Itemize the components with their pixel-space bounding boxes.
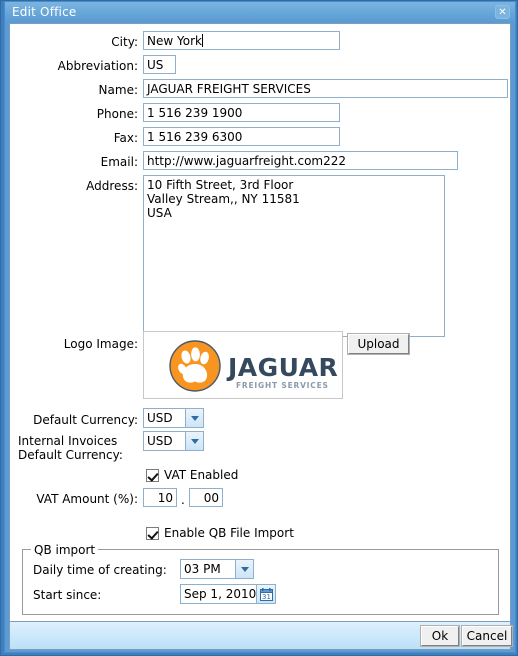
start-since-datefield[interactable]: Sep 1, 2010 31 (180, 584, 276, 604)
start-since-value: Sep 1, 2010 (184, 587, 257, 601)
svg-text:31: 31 (262, 593, 271, 601)
vat-enabled-checkbox[interactable]: VAT Enabled (146, 468, 238, 482)
upload-button[interactable]: Upload (347, 333, 410, 355)
chevron-down-icon[interactable] (185, 409, 203, 427)
dialog-footer: Ok Cancel (9, 622, 513, 650)
vat-amount-whole-input[interactable]: 10 (143, 488, 177, 507)
daily-time-label: Daily time of creating: (33, 563, 167, 577)
name-label: Name: (98, 83, 138, 97)
city-value: New York (147, 34, 202, 48)
name-input[interactable]: JAGUAR FREIGHT SERVICES (143, 79, 508, 98)
internal-currency-value: USD (147, 434, 173, 448)
phone-input[interactable]: 1 516 239 1900 (143, 103, 340, 122)
logo-image-preview: JAGUAR FREIGHT SERVICES (143, 331, 343, 399)
daily-time-select[interactable]: 03 PM (180, 559, 254, 579)
default-currency-value: USD (147, 411, 173, 425)
window-titlebar[interactable]: Edit Office ✕ (5, 2, 515, 22)
default-currency-select[interactable]: USD (143, 408, 204, 428)
address-textarea[interactable]: 10 Fifth Street, 3rd Floor Valley Stream… (143, 175, 445, 337)
email-input[interactable]: http://www.jaguarfreight.com222 (143, 151, 458, 170)
ok-button[interactable]: Ok (420, 625, 460, 647)
start-since-label: Start since: (33, 588, 102, 602)
checkbox-box-vat[interactable] (146, 468, 159, 482)
internal-currency-label-line1: Internal Invoices (18, 434, 118, 448)
address-label: Address: (86, 179, 138, 193)
qb-enabled-checkbox[interactable]: Enable QB File Import (146, 526, 294, 540)
close-icon[interactable]: ✕ (495, 5, 510, 19)
edit-office-window: Edit Office ✕ City: New York Abbreviatio… (0, 0, 518, 656)
phone-label: Phone: (96, 107, 138, 121)
chevron-down-icon[interactable] (185, 432, 203, 450)
abbreviation-label: Abbreviation: (57, 59, 138, 73)
daily-time-value: 03 PM (184, 562, 221, 576)
qb-import-legend: QB import (31, 543, 99, 557)
vat-amount-separator: . (181, 493, 185, 507)
checkbox-box-qb[interactable] (146, 526, 159, 540)
fax-input[interactable]: 1 516 239 6300 (143, 127, 340, 146)
window-title: Edit Office (12, 5, 77, 19)
internal-currency-select[interactable]: USD (143, 431, 204, 451)
jaguar-logo-icon: JAGUAR FREIGHT SERVICES (169, 340, 338, 392)
form-panel: City: New York Abbreviation: US Name: JA… (9, 23, 511, 622)
vat-amount-label: VAT Amount (%): (36, 492, 138, 506)
calendar-icon[interactable]: 31 (256, 585, 275, 603)
logo-brand-tagline: FREIGHT SERVICES (236, 381, 329, 390)
vat-enabled-label: VAT Enabled (164, 468, 239, 482)
text-caret (201, 34, 203, 47)
city-label: City: (111, 35, 138, 49)
fax-label: Fax: (113, 131, 138, 145)
window-inner-frame: Edit Office ✕ City: New York Abbreviatio… (4, 1, 516, 653)
qb-enabled-label: Enable QB File Import (164, 526, 294, 540)
cancel-button[interactable]: Cancel (461, 625, 513, 647)
default-currency-label: Default Currency: (33, 413, 138, 427)
abbreviation-input[interactable]: US (143, 55, 176, 74)
vat-amount-fraction-input[interactable]: 00 (189, 488, 223, 507)
logo-brand-name: JAGUAR (226, 353, 338, 382)
city-input[interactable]: New York (143, 31, 340, 50)
email-label: Email: (100, 155, 138, 169)
internal-currency-label-line2: Default Currency: (18, 448, 123, 462)
logo-image-label: Logo Image: (63, 337, 138, 351)
chevron-down-icon[interactable] (235, 560, 253, 578)
qb-import-fieldset: QB import Daily time of creating: 03 PM … (22, 543, 499, 615)
